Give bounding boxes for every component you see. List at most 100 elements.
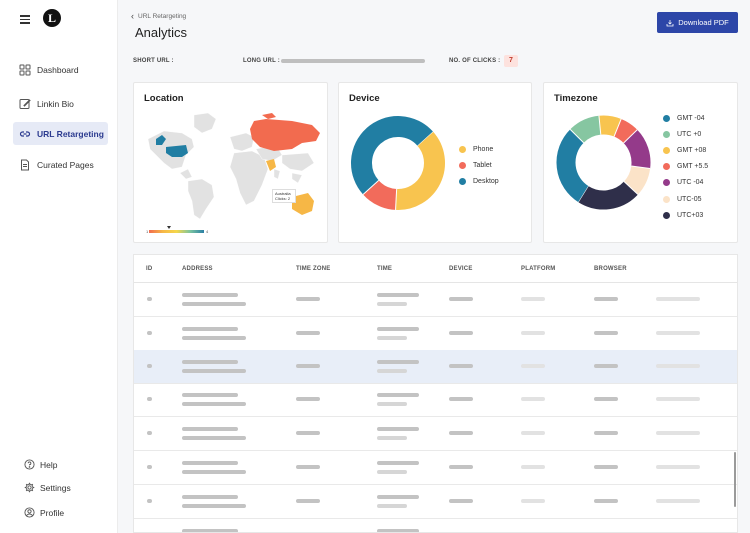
scale-marker	[167, 226, 171, 229]
legend-item: GMT +5.5	[663, 159, 708, 175]
timezone-donut-chart[interactable]	[555, 114, 652, 211]
app-logo[interactable]: L	[43, 9, 61, 27]
redacted-cell	[182, 495, 238, 499]
redacted-cell	[521, 499, 545, 503]
device-slice-tablet[interactable]	[363, 179, 398, 210]
sidebar-item-linkin-bio[interactable]: Linkin Bio	[13, 92, 108, 115]
timezone-slice-gmt-5-5[interactable]	[613, 118, 638, 144]
device-title: Device	[349, 93, 380, 104]
redacted-cell	[377, 360, 419, 364]
redacted-cell	[594, 331, 618, 335]
breadcrumb[interactable]: ‹ URL Retargeting	[131, 11, 186, 21]
column-header-device[interactable]: DEVICE	[449, 266, 473, 272]
redacted-cell	[377, 427, 419, 431]
download-icon	[666, 19, 674, 26]
timezone-slice-utc-03[interactable]	[578, 181, 638, 210]
sidebar: L Dashboard Linkin Bio URL Retargeting C…	[0, 0, 118, 533]
redacted-cell	[656, 331, 700, 335]
legend-item: GMT +08	[663, 142, 708, 158]
legend-item: UTC+03	[663, 207, 708, 223]
redacted-cell	[377, 529, 419, 532]
legend-label: GMT +5.5	[677, 163, 709, 171]
table-scrollbar[interactable]	[734, 452, 736, 507]
redacted-cell	[182, 293, 238, 297]
menu-icon[interactable]	[16, 10, 34, 28]
redacted-cell	[594, 431, 618, 435]
clicks-count-badge: 7	[504, 55, 518, 67]
redacted-cell	[656, 397, 700, 401]
edit-icon	[19, 98, 31, 109]
redacted-cell	[147, 364, 152, 368]
redacted-cell	[594, 397, 618, 401]
redacted-cell	[521, 431, 545, 435]
redacted-cell	[656, 364, 700, 368]
redacted-cell	[147, 331, 152, 335]
world-map[interactable]	[142, 109, 324, 224]
redacted-cell	[594, 499, 618, 503]
column-header-time-zone[interactable]: TIME ZONE	[296, 266, 330, 272]
timezone-card: Timezone GMT -04 UTC +0 GMT +08 GMT +5.5…	[543, 82, 738, 243]
timezone-legend: GMT -04 UTC +0 GMT +08 GMT +5.5 UTC -04 …	[663, 110, 708, 223]
redacted-cell	[377, 504, 407, 508]
sidebar-item-dashboard[interactable]: Dashboard	[13, 58, 108, 81]
timezone-slice-utc-0[interactable]	[570, 115, 602, 144]
settings-link[interactable]: Settings	[24, 482, 71, 493]
table-row[interactable]	[134, 383, 737, 417]
device-donut-chart[interactable]	[349, 114, 447, 212]
long-url-label: LONG URL :	[243, 58, 280, 64]
table-row[interactable]	[134, 350, 737, 384]
document-icon	[21, 159, 29, 170]
column-header-address[interactable]: ADDRESS	[182, 266, 213, 272]
column-header-browser[interactable]: BROWSER	[594, 266, 627, 272]
location-title: Location	[144, 93, 184, 104]
legend-swatch	[663, 211, 670, 219]
legend-label: GMT +08	[677, 146, 707, 154]
redacted-cell	[296, 397, 320, 401]
sidebar-item-label: Curated Pages	[37, 159, 94, 170]
device-slice-desktop[interactable]	[351, 116, 433, 195]
table-row[interactable]	[134, 451, 737, 485]
column-header-time[interactable]: TIME	[377, 266, 392, 272]
redacted-cell	[377, 402, 407, 406]
redacted-cell	[147, 297, 152, 301]
timezone-slice-utc-04[interactable]	[623, 129, 651, 169]
timezone-slice-gmt-08[interactable]	[598, 115, 622, 137]
redacted-cell	[182, 470, 246, 474]
redacted-cell	[521, 364, 545, 368]
timezone-slice-utc-05[interactable]	[623, 165, 651, 195]
column-header-platform[interactable]: PLATFORM	[521, 266, 555, 272]
profile-link[interactable]: Profile	[24, 507, 64, 518]
table-row[interactable]	[134, 283, 737, 317]
redacted-cell	[182, 360, 238, 364]
redacted-cell	[296, 364, 320, 368]
column-header-id[interactable]: ID	[146, 266, 152, 272]
sidebar-item-url-retargeting[interactable]: URL Retargeting	[13, 122, 108, 145]
table-row[interactable]	[134, 417, 737, 451]
redacted-cell	[656, 297, 700, 301]
long-url-value[interactable]	[281, 59, 425, 63]
redacted-cell	[594, 364, 618, 368]
device-slice-phone[interactable]	[395, 131, 445, 210]
legend-swatch	[663, 130, 670, 138]
visits-table: ID ADDRESS TIME ZONE TIME DEVICE PLATFOR…	[133, 254, 738, 533]
timezone-slice-gmt-04[interactable]	[556, 129, 590, 203]
legend-item: Desktop	[459, 173, 499, 189]
legend-swatch	[663, 146, 670, 154]
redacted-cell	[449, 397, 473, 401]
timezone-title: Timezone	[554, 93, 598, 104]
redacted-cell	[377, 369, 407, 373]
profile-label: Profile	[40, 507, 65, 518]
download-pdf-button[interactable]: Download PDF	[657, 12, 738, 33]
help-link[interactable]: Help	[24, 459, 57, 470]
redacted-cell	[449, 364, 473, 368]
redacted-cell	[656, 465, 700, 469]
redacted-cell	[449, 297, 473, 301]
table-row[interactable]	[134, 519, 737, 532]
legend-swatch	[663, 195, 670, 203]
redacted-cell	[656, 431, 700, 435]
table-row[interactable]	[134, 317, 737, 351]
legend-label: UTC+03	[677, 211, 704, 219]
table-row[interactable]	[134, 485, 737, 519]
redacted-cell	[449, 499, 473, 503]
sidebar-item-curated-pages[interactable]: Curated Pages	[13, 153, 108, 176]
